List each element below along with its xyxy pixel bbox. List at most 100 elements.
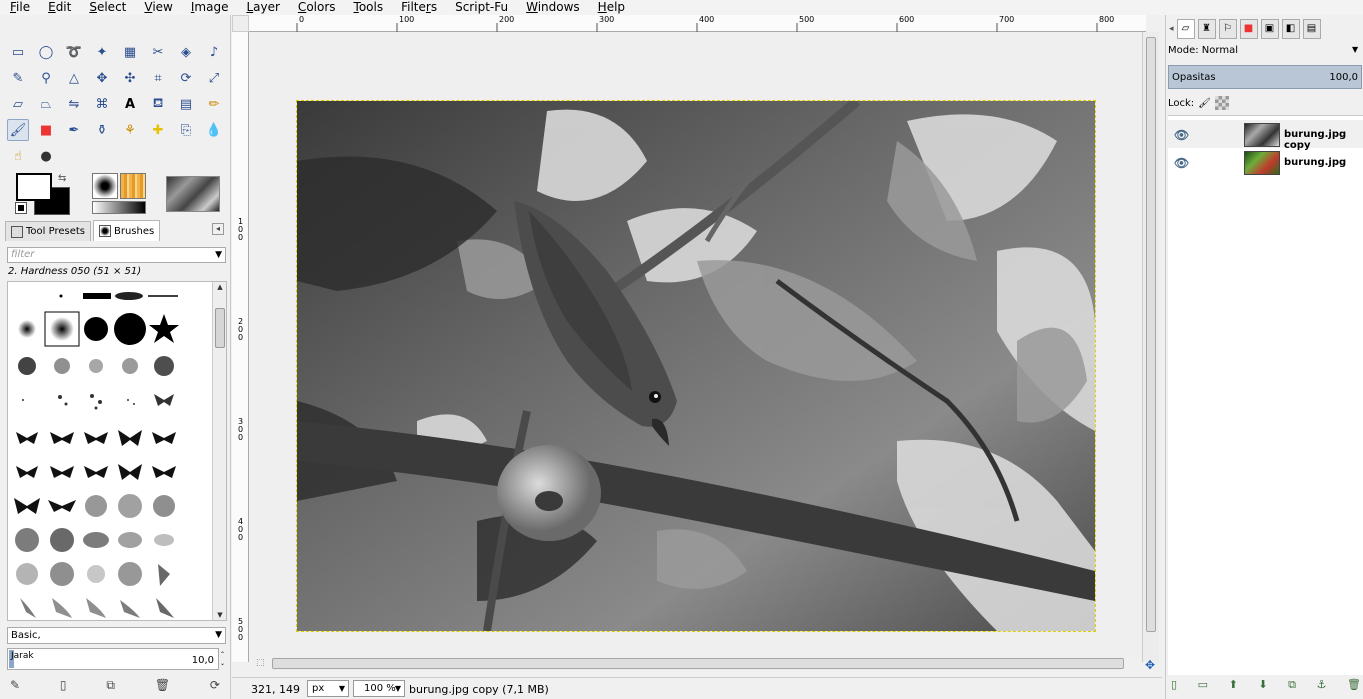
active-gradient-preview[interactable] xyxy=(92,201,146,214)
ruler-corner[interactable] xyxy=(232,15,249,32)
tab-layers[interactable]: ▱ xyxy=(1176,19,1195,39)
vertical-ruler[interactable]: 1 0 0 2 0 0 3 0 0 4 0 0 5 0 0 xyxy=(232,32,249,662)
flip-icon[interactable]: ⇋ xyxy=(63,93,85,115)
raise-layer-icon[interactable]: ⬆ xyxy=(1229,678,1238,696)
menu-edit[interactable]: Edit xyxy=(38,1,79,14)
canvas-hscroll-thumb[interactable] xyxy=(272,658,1124,669)
chevron-down-icon[interactable]: ▼ xyxy=(215,628,222,643)
swap-colors-icon[interactable]: ⇆ xyxy=(58,173,66,184)
visibility-eye-icon[interactable]: 👁 xyxy=(1174,156,1189,170)
measure-icon[interactable]: △ xyxy=(63,67,85,89)
chevron-down-icon[interactable]: ▼ xyxy=(215,248,222,262)
perspective-clone-icon[interactable]: ⎘ xyxy=(175,119,197,141)
menu-view[interactable]: View xyxy=(134,1,180,14)
zoom-icon[interactable]: ⚲ xyxy=(35,67,57,89)
duplicate-brush-icon[interactable]: ⧉ xyxy=(106,678,115,698)
scroll-down-icon[interactable]: ▼ xyxy=(213,611,226,619)
tab-histogram[interactable]: ▣ xyxy=(1260,19,1279,39)
delete-brush-icon[interactable]: 🗑 xyxy=(155,678,170,698)
new-layer-group-icon[interactable]: ▭ xyxy=(1198,678,1208,696)
menu-layer[interactable]: Layer xyxy=(236,1,287,14)
menu-select[interactable]: Select xyxy=(79,1,134,14)
canvas-horizontal-scrollbar[interactable] xyxy=(272,658,1124,670)
quick-mask-icon[interactable]: ⬚ xyxy=(256,658,265,668)
tab-paths[interactable]: ⚐ xyxy=(1218,19,1237,39)
opacity-slider[interactable]: Opasitas 100,0 xyxy=(1168,65,1362,89)
eraser-icon[interactable]: ■ xyxy=(35,119,57,141)
paintbrush-icon[interactable]: 🖌 xyxy=(7,119,29,141)
airbrush-icon[interactable]: ✒ xyxy=(63,119,85,141)
new-layer-icon[interactable]: ▯ xyxy=(1171,678,1177,696)
lasso-icon[interactable]: ➰ xyxy=(63,41,85,63)
lock-pixels-icon[interactable]: 🖌 xyxy=(1198,98,1211,109)
zoom-select[interactable]: 100 % ▼ xyxy=(353,680,405,697)
lower-layer-icon[interactable]: ⬇ xyxy=(1258,678,1267,696)
shear-icon[interactable]: ▱ xyxy=(7,93,29,115)
navigate-icon[interactable]: ✥ xyxy=(1145,658,1155,672)
rotate-icon[interactable]: ⟳ xyxy=(175,67,197,89)
brush-grid[interactable]: ▲ ▼ xyxy=(7,281,227,621)
tab-colormap[interactable]: ■ xyxy=(1239,19,1258,39)
unit-select[interactable]: px ▼ xyxy=(307,680,349,697)
new-brush-icon[interactable]: ▯ xyxy=(60,678,67,698)
image-canvas[interactable] xyxy=(296,100,1096,632)
chevron-down-icon[interactable]: ▼ xyxy=(395,681,401,696)
dock-menu-icon[interactable]: ◂ xyxy=(1169,24,1174,34)
tab-gradients[interactable]: ◧ xyxy=(1281,19,1300,39)
brush-thumbnails[interactable] xyxy=(8,282,214,621)
color-select-icon[interactable]: ▦ xyxy=(119,41,141,63)
horizontal-ruler[interactable]: 0 100 200 300 400 500 600 700 800 xyxy=(249,15,1146,32)
menu-windows[interactable]: Windows xyxy=(516,1,588,14)
brush-filter-input[interactable]: filter ▼ xyxy=(7,247,226,263)
fuzzy-select-icon[interactable]: ✦ xyxy=(91,41,113,63)
active-brush-preview[interactable] xyxy=(92,173,118,199)
crop-icon[interactable]: ⌗ xyxy=(147,67,169,89)
tab-brushes[interactable]: Brushes xyxy=(93,220,161,241)
rect-select-icon[interactable]: ▭ xyxy=(7,41,29,63)
tab-channels[interactable]: ♜ xyxy=(1197,19,1216,39)
paths-icon[interactable]: ♪ xyxy=(203,41,225,63)
foreground-color[interactable] xyxy=(16,173,52,201)
visibility-eye-icon[interactable]: 👁 xyxy=(1174,128,1189,142)
default-colors-icon[interactable] xyxy=(15,202,27,214)
clone-icon[interactable]: ⚘ xyxy=(119,119,141,141)
ink-icon[interactable]: ⚱ xyxy=(91,119,113,141)
smudge-icon[interactable]: ☝ xyxy=(7,145,29,167)
menu-colors[interactable]: Colors xyxy=(288,1,344,14)
menu-filters[interactable]: Filters xyxy=(391,1,445,14)
heal-icon[interactable]: ✚ xyxy=(147,119,169,141)
canvas-vertical-scrollbar[interactable] xyxy=(1142,32,1159,662)
brush-set-select[interactable]: Basic, ▼ xyxy=(7,627,226,644)
delete-layer-icon[interactable]: 🗑 xyxy=(1347,678,1361,696)
scissors-icon[interactable]: ✂ xyxy=(147,41,169,63)
edit-brush-icon[interactable]: ✎ xyxy=(10,678,20,698)
refresh-brushes-icon[interactable]: ⟳ xyxy=(210,678,220,698)
menu-file[interactable]: File xyxy=(0,1,38,14)
active-pattern-preview[interactable] xyxy=(120,173,146,199)
grayscale-bird-photo[interactable] xyxy=(297,101,1095,631)
brush-grid-scrollbar[interactable]: ▲ ▼ xyxy=(212,282,226,620)
tab-images[interactable]: ▤ xyxy=(1302,19,1321,39)
ellipse-select-icon[interactable]: ◯ xyxy=(35,41,57,63)
foreground-select-icon[interactable]: ◈ xyxy=(175,41,197,63)
duplicate-layer-icon[interactable]: ⧉ xyxy=(1288,678,1296,696)
scroll-up-icon[interactable]: ▲ xyxy=(213,283,226,291)
menu-image[interactable]: Image xyxy=(181,1,237,14)
canvas-vscroll-thumb[interactable] xyxy=(1146,37,1156,632)
layer-mode-select[interactable]: Mode: Normal ▼ xyxy=(1168,45,1363,61)
cage-transform-icon[interactable]: ⌘ xyxy=(91,93,113,115)
text-tool-icon[interactable]: A xyxy=(119,93,141,115)
layer-row[interactable]: 👁 burung.jpg xyxy=(1168,148,1363,176)
pencil-icon[interactable]: ✏ xyxy=(203,93,225,115)
perspective-icon[interactable]: ⏢ xyxy=(35,93,57,115)
scale-icon[interactable]: ⤢ xyxy=(203,67,225,89)
layer-row[interactable]: 👁 burung.jpg copy xyxy=(1168,120,1363,151)
menu-help[interactable]: Help xyxy=(588,1,633,14)
dodge-burn-icon[interactable]: ● xyxy=(35,145,57,167)
chevron-down-icon[interactable]: ▼ xyxy=(1352,45,1363,61)
bucket-fill-icon[interactable]: ⛾ xyxy=(147,93,169,115)
anchor-layer-icon[interactable]: ⚓ xyxy=(1317,678,1327,696)
spacing-spinner[interactable]: ⌃ ⌄ xyxy=(220,650,228,670)
blur-icon[interactable]: 💧 xyxy=(203,119,225,141)
spacing-slider[interactable]: Jarak 10,0 xyxy=(7,648,219,670)
